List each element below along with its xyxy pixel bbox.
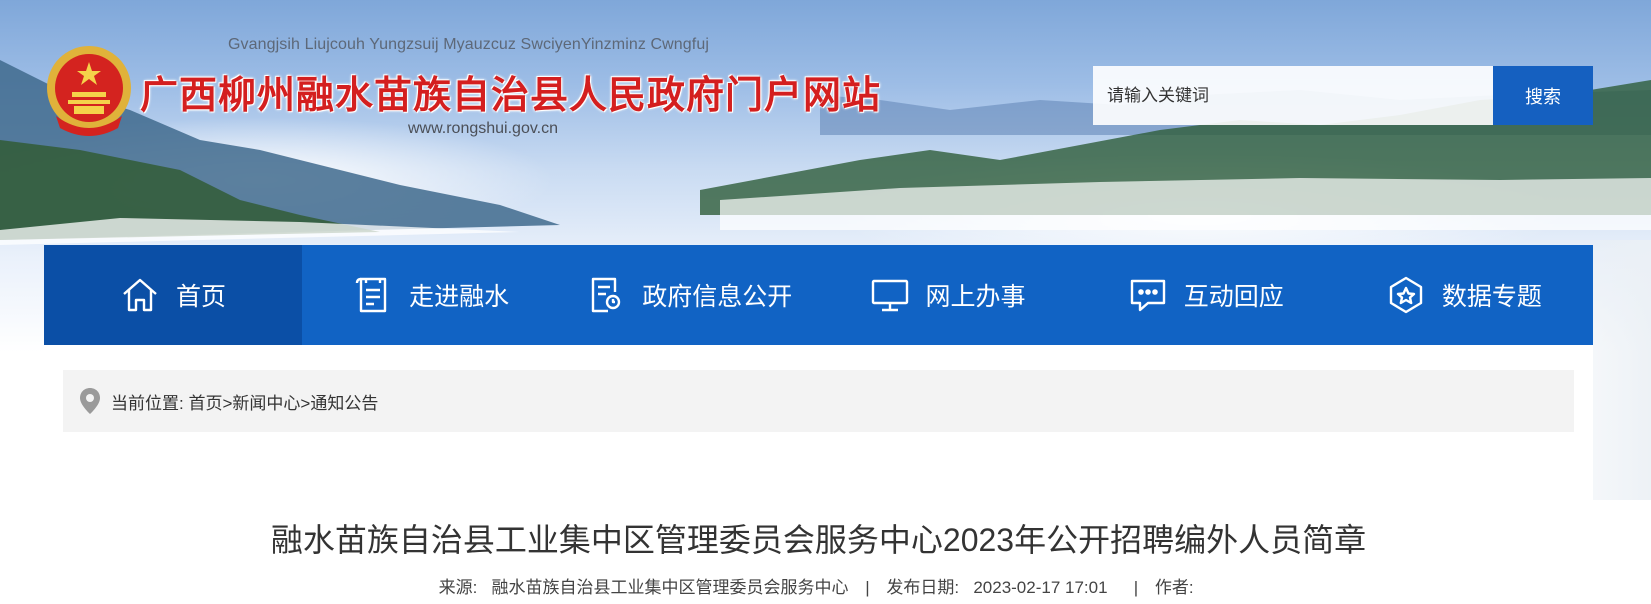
document-search-icon [592,277,621,313]
source-label: 来源: [438,578,478,597]
breadcrumb-separator: > [300,393,311,413]
nav-item-gov-info[interactable]: 政府信息公开 [560,245,818,345]
article-meta: 来源: 融水苗族自治县工业集中区管理委员会服务中心 | 发布日期: 2023-0… [44,573,1593,598]
nav-item-interaction[interactable]: 互动回应 [1077,245,1335,345]
site-title: 广西柳州融水苗族自治县人民政府门户网站 [140,73,882,117]
nav-item-data-topics[interactable]: 数据专题 [1335,245,1593,345]
date-value: 2023-02-17 17:01 [973,578,1108,597]
national-emblem-icon [47,46,131,136]
search-input[interactable] [1093,66,1493,125]
monitor-icon [871,279,908,312]
breadcrumb-prefix: 当前位置: [111,393,184,413]
search-button[interactable]: 搜索 [1493,66,1593,125]
breadcrumb-separator: > [222,393,233,413]
nav-label: 互动回应 [1183,283,1284,311]
nav-label: 政府信息公开 [642,283,793,311]
home-icon [123,278,157,312]
source-value: 融水苗族自治县工业集中区管理委员会服务中心 [491,578,849,597]
nav-item-online-service[interactable]: 网上办事 [818,245,1076,345]
nav-label: 首页 [175,283,226,311]
nav-label: 网上办事 [925,283,1026,311]
author-label: 作者: [1154,578,1194,597]
article-title: 融水苗族自治县工业集中区管理委员会服务中心2023年公开招聘编外人员简章 [270,522,1367,558]
meta-divider: | [865,578,870,597]
main-nav: 首页 走进融水 政府信息公开 网上办事 互动回应 数据专题 [44,245,1593,345]
site-url: www.rongshui.gov.cn [408,120,558,137]
nav-item-about[interactable]: 走进融水 [302,245,560,345]
nav-label: 走进融水 [409,283,510,311]
meta-divider: | [1124,578,1139,597]
breadcrumb: 当前位置: 首页>新闻中心>通知公告 [63,370,1574,432]
content-panel: 当前位置: 首页>新闻中心>通知公告 融水苗族自治县工业集中区管理委员会服务中心… [44,345,1593,604]
site-pinyin-title: Gvangjsih Liujcouh Yungzsuij Myauzcuz Sw… [228,36,709,53]
document-list-icon [355,277,387,313]
breadcrumb-link-home[interactable]: 首页 [188,394,222,413]
date-label: 发布日期: [886,578,960,597]
breadcrumb-link-news[interactable]: 新闻中心 [232,394,300,413]
nav-item-home[interactable]: 首页 [44,245,302,345]
breadcrumb-text: 当前位置: 首页>新闻中心>通知公告 [111,389,378,414]
chat-bubble-icon [1130,279,1165,312]
nav-label: 数据专题 [1441,283,1542,311]
badge-star-icon [1389,276,1423,314]
location-pin-icon [80,388,100,414]
breadcrumb-link-notices[interactable]: 通知公告 [310,394,378,413]
